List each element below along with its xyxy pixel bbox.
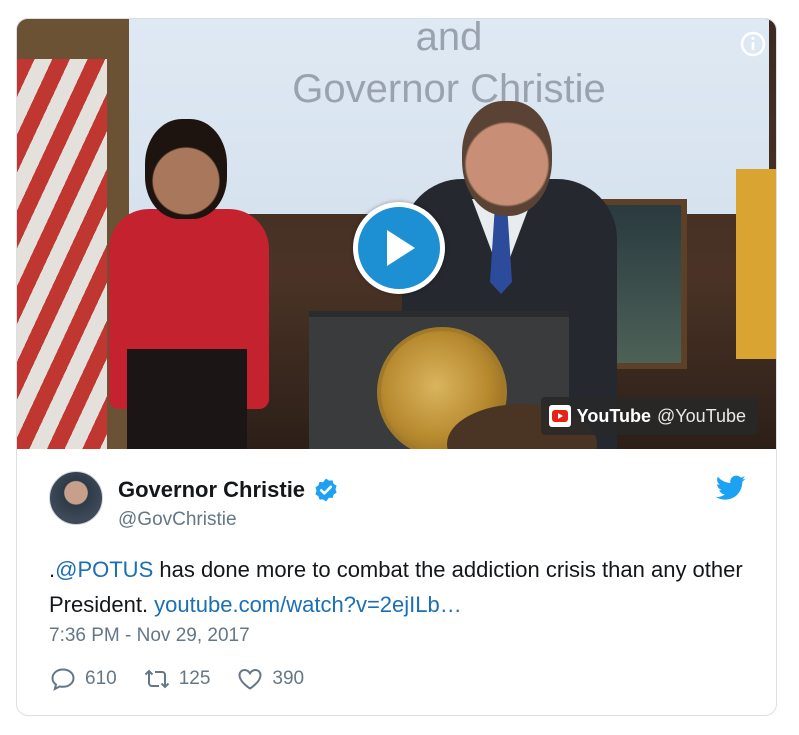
tweet-text: .@POTUS has done more to combat the addi…	[49, 552, 749, 622]
reply-button[interactable]: 610	[49, 665, 117, 693]
mention-link[interactable]: @POTUS	[55, 557, 153, 582]
reply-icon	[51, 668, 75, 691]
screen-text-line-1: and	[415, 19, 483, 59]
reply-count: 610	[85, 668, 117, 689]
author-handle[interactable]: @GovChristie	[118, 509, 339, 531]
author-name[interactable]: Governor Christie	[118, 477, 339, 503]
tweet-actions: 610 125 390	[49, 665, 330, 693]
avatar[interactable]	[49, 471, 103, 525]
screen-text-line-2: Governor Christie	[292, 67, 606, 111]
video-thumbnail[interactable]: and Governor Christie YouTube @YouTube	[17, 19, 776, 449]
like-count: 390	[272, 668, 305, 689]
youtube-attribution[interactable]: YouTube @YouTube	[540, 397, 758, 435]
embedded-tweet-card: and Governor Christie YouTube @YouTube G…	[16, 18, 777, 716]
retweet-icon	[144, 669, 169, 689]
verified-badge-icon	[315, 478, 337, 502]
info-icon[interactable]	[740, 31, 766, 57]
us-flag	[17, 59, 107, 449]
retweet-button[interactable]: 125	[143, 665, 211, 693]
tweet-timestamp[interactable]: 7:36 PM - Nov 29, 2017	[49, 625, 250, 647]
youtube-brand-label: YouTube	[576, 405, 651, 426]
like-button[interactable]: 390	[236, 665, 304, 693]
youtube-icon	[548, 405, 571, 427]
play-icon	[387, 230, 415, 266]
woman-skirt	[127, 349, 247, 449]
heart-icon	[238, 668, 262, 690]
youtube-handle-label: @YouTube	[656, 405, 746, 426]
twitter-bird-icon[interactable]	[716, 475, 746, 501]
play-button[interactable]	[353, 202, 445, 294]
woman-head	[145, 119, 227, 219]
author-display-name: Governor Christie	[118, 477, 306, 502]
author-block: Governor Christie @GovChristie	[118, 477, 339, 531]
state-flag	[736, 169, 776, 359]
video-url-link[interactable]: youtube.com/watch?v=2ejILb…	[154, 592, 462, 617]
speaker-head	[462, 101, 552, 216]
retweet-count: 125	[178, 668, 211, 689]
